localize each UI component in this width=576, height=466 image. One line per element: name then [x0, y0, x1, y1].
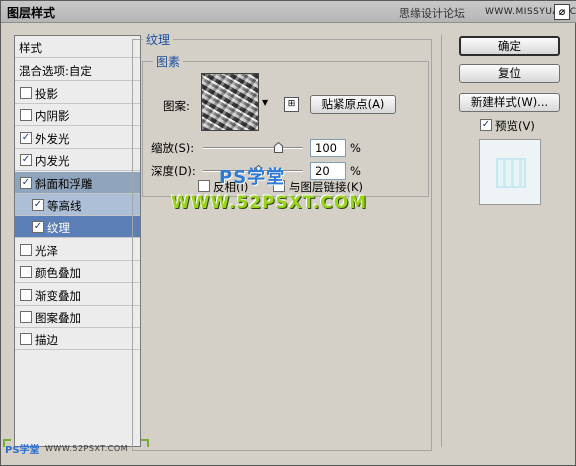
style-item-label: 图案叠加 — [35, 311, 81, 325]
style-item-label: 纹理 — [47, 221, 70, 236]
style-item[interactable]: 描边 — [15, 328, 140, 351]
ok-button[interactable]: 确定 — [459, 36, 560, 56]
style-item[interactable]: ✓ 斜面和浮雕 — [15, 171, 140, 194]
style-item[interactable]: 图案叠加 — [15, 306, 140, 328]
scale-slider-track[interactable] — [203, 147, 303, 149]
style-item-label: 内发光 — [35, 154, 70, 169]
style-item-checkbox[interactable]: ✓ — [20, 154, 32, 167]
depth-input[interactable]: 20 — [310, 162, 346, 180]
style-item[interactable]: 投影 — [15, 82, 140, 104]
invert-checkbox[interactable] — [198, 180, 210, 192]
style-item-label: 斜面和浮雕 — [35, 176, 93, 191]
corner-mark — [141, 439, 149, 447]
corner-mark — [3, 439, 11, 447]
scale-input[interactable]: 100 — [310, 139, 346, 157]
style-item-label: 渐变叠加 — [35, 288, 81, 303]
styles-header-label: 样式 — [19, 41, 42, 55]
site-watermark: 思缘设计论坛 — [399, 7, 465, 20]
style-item-checkbox[interactable] — [20, 288, 32, 301]
ps-school-watermark: PS学堂 — [219, 167, 286, 188]
style-item[interactable]: 光泽 — [15, 239, 140, 261]
style-item-checkbox[interactable]: ✓ — [32, 199, 44, 211]
dialog-title: 图层样式 — [7, 6, 56, 20]
style-item-checkbox[interactable] — [20, 311, 32, 323]
scale-percent-sign: % — [350, 141, 361, 155]
style-item-checkbox[interactable] — [20, 109, 32, 122]
style-item-checkbox[interactable]: ✓ — [20, 131, 32, 144]
style-item-label: 投影 — [35, 87, 58, 101]
style-item[interactable]: ✓ 纹理 — [15, 216, 140, 239]
blend-options-item[interactable]: 混合选项:自定 — [15, 59, 140, 81]
title-bar: 图层样式 思缘设计论坛 WWW.MISSYUAN.COM ⌀ — [1, 1, 576, 23]
style-item-label: 外发光 — [35, 131, 70, 146]
depth-label: 深度(D): — [151, 164, 196, 178]
style-item[interactable]: 渐变叠加 — [15, 284, 140, 306]
style-item-checkbox[interactable]: ✓ — [20, 176, 32, 189]
snap-to-origin-button[interactable]: 贴紧原点(A) — [310, 95, 396, 114]
styles-list: 样式 混合选项:自定 投影 内阴影 ✓ 外发光 ✓ 内发光 ✓ 斜面和浮雕 ✓ 等高线 ✓ 纹理 光泽颜… — [14, 35, 141, 447]
preview-label: 预览(V) — [495, 119, 535, 133]
style-item[interactable]: ✓ 等高线 — [15, 194, 140, 216]
chevron-down-icon[interactable]: ▼ — [262, 99, 270, 107]
preview-checkbox[interactable]: ✓ — [480, 119, 492, 131]
style-item-label: 颜色叠加 — [35, 266, 81, 281]
bottom-watermark-url: WWW.52PSXT.COM — [45, 444, 129, 453]
style-item-checkbox[interactable] — [20, 333, 32, 346]
style-item-label: 光泽 — [35, 243, 58, 258]
depth-percent-sign: % — [350, 164, 361, 178]
style-item-checkbox[interactable] — [20, 243, 32, 256]
style-preview-swatch — [496, 158, 526, 188]
new-pattern-preset-icon[interactable]: ⊞ — [284, 97, 299, 112]
scale-label: 缩放(S): — [151, 141, 195, 155]
divider — [441, 35, 442, 447]
elements-title: 图素 — [153, 53, 184, 70]
style-item-checkbox[interactable] — [20, 87, 32, 99]
style-item[interactable]: ✓ 内发光 — [15, 149, 140, 172]
pattern-swatch[interactable] — [201, 73, 259, 131]
style-item-label: 内阴影 — [35, 109, 70, 124]
style-item-label: 描边 — [35, 333, 58, 348]
pattern-label: 图案: — [163, 99, 190, 113]
style-item-checkbox[interactable]: ✓ — [32, 221, 44, 234]
blend-options-label: 混合选项:自定 — [19, 64, 92, 78]
reset-button[interactable]: 复位 — [459, 64, 560, 83]
style-item[interactable]: ✓ 外发光 — [15, 127, 140, 149]
style-item-checkbox[interactable] — [20, 266, 32, 279]
style-item[interactable]: 颜色叠加 — [15, 261, 140, 284]
site-url-watermark: WWW.52PSXT.COM — [171, 193, 368, 213]
close-button[interactable]: ⌀ — [554, 4, 570, 20]
style-item[interactable]: 内阴影 — [15, 104, 140, 127]
scale-slider-thumb[interactable] — [274, 142, 283, 153]
texture-title: 纹理 — [143, 31, 174, 48]
style-item-label: 等高线 — [47, 199, 82, 213]
layer-style-dialog: 图层样式 思缘设计论坛 WWW.MISSYUAN.COM ⌀ 样式 混合选项:自… — [0, 0, 576, 466]
styles-header[interactable]: 样式 — [15, 36, 140, 58]
new-style-button[interactable]: 新建样式(W)... — [459, 93, 560, 112]
style-preview — [479, 139, 541, 205]
